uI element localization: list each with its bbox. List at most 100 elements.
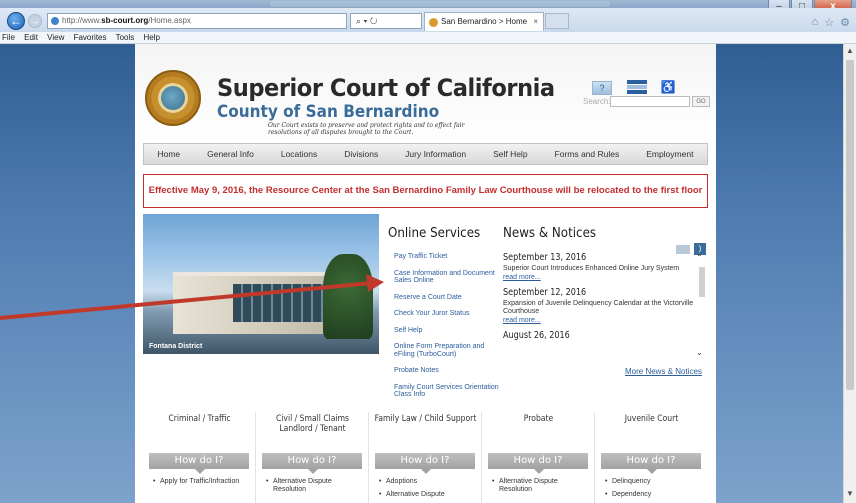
address-bar[interactable]: http://www.sb-court.org/Home.aspx — [47, 13, 347, 29]
accessibility-icon[interactable]: ♿ — [658, 80, 678, 96]
titlebar-faint-text — [270, 1, 610, 7]
category-civil: Civil / Small Claims Landlord / Tenant H… — [256, 412, 369, 503]
read-more-link[interactable]: read more... — [503, 274, 708, 281]
browser-tab[interactable]: San Bernardino > Home × — [424, 12, 544, 31]
menu-favorites[interactable]: Favorites — [74, 33, 107, 42]
category-family-law: Family Law / Child Support How do I? Ado… — [369, 412, 482, 503]
news-title: News & Notices — [503, 225, 597, 241]
how-do-i-button[interactable]: How do I? — [375, 453, 475, 474]
nav-divisions[interactable]: Divisions — [344, 149, 378, 159]
browser-right-icons: ⌂ ☆ ⚙ — [812, 16, 850, 29]
how-do-i-button[interactable]: How do I? — [149, 453, 249, 474]
search-label: Search: — [583, 97, 611, 106]
category-link[interactable]: Alternative Dispute Resolution — [266, 478, 362, 494]
category-criminal-traffic: Criminal / Traffic How do I? Apply for T… — [143, 412, 256, 503]
category-link[interactable]: Dependency — [605, 491, 701, 499]
site-subtitle: County of San Bernardino — [217, 102, 440, 122]
menu-edit[interactable]: Edit — [24, 33, 38, 42]
address-tools[interactable]: ⌕ ▾ ↻ — [350, 13, 422, 29]
online-service-link[interactable]: Case Information and Document Sales Onli… — [394, 270, 504, 285]
site-header: Superior Court of California County of S… — [135, 44, 716, 141]
tab-favicon-icon — [429, 18, 438, 27]
main-navigation: Home General Info Locations Divisions Ju… — [143, 143, 708, 165]
category-link[interactable]: Alternative Dispute Resolution — [492, 478, 588, 494]
news-scroll-thumb[interactable] — [699, 267, 705, 297]
read-more-link[interactable]: read more... — [503, 317, 708, 324]
menu-view[interactable]: View — [47, 33, 64, 42]
new-tab-button[interactable] — [545, 13, 569, 29]
site-title: Superior Court of California — [217, 74, 555, 102]
category-title: Juvenile Court — [624, 414, 679, 424]
how-do-i-button[interactable]: How do I? — [488, 453, 588, 474]
scroll-thumb[interactable] — [846, 60, 854, 390]
page-viewport: Superior Court of California County of S… — [0, 44, 843, 503]
menu-tools[interactable]: Tools — [116, 33, 135, 42]
news-scroll-up-icon[interactable]: ⌃ — [696, 253, 703, 262]
how-do-i-button[interactable]: How do I? — [262, 453, 362, 474]
search-go-button[interactable]: GO — [692, 96, 710, 107]
scroll-up-icon[interactable]: ▲ — [844, 46, 856, 58]
nav-jury-information[interactable]: Jury Information — [405, 149, 466, 159]
news-scroll-down-icon[interactable]: ⌄ — [696, 348, 703, 357]
help-icon[interactable]: ? — [592, 81, 612, 95]
alert-banner[interactable]: Effective May 9, 2016, the Resource Cent… — [143, 174, 708, 208]
online-service-link[interactable]: Probate Notes — [394, 367, 504, 375]
news-date: September 12, 2016 — [503, 287, 587, 298]
nav-home[interactable]: Home — [157, 149, 180, 159]
site-globe-icon — [51, 17, 59, 25]
news-date: August 26, 2016 — [503, 330, 570, 341]
menu-bar: File Edit View Favorites Tools Help — [0, 32, 856, 44]
online-service-link[interactable]: Reserve a Court Date — [394, 294, 504, 302]
county-seal-logo[interactable] — [145, 70, 201, 126]
back-button[interactable]: ← — [7, 12, 25, 30]
online-service-link[interactable]: Pay Traffic Ticket — [394, 253, 504, 261]
url-prefix: http://www. — [62, 16, 102, 25]
window-titlebar: – □ x — [0, 0, 856, 14]
tab-close-icon[interactable]: × — [533, 13, 538, 31]
tools-icon[interactable]: ⚙ — [840, 16, 850, 29]
online-service-link[interactable]: Online Form Preparation and eFiling (Tur… — [394, 343, 504, 358]
url-path: /Home.aspx — [148, 16, 191, 25]
category-link[interactable]: Apply for Traffic/Infraction — [153, 478, 249, 486]
news-summary: Superior Court Introduces Enhanced Onlin… — [503, 265, 680, 272]
category-title: Criminal / Traffic — [168, 414, 231, 424]
category-link[interactable]: Adoptions — [379, 478, 475, 486]
browser-navbar: ← → http://www.sb-court.org/Home.aspx ⌕ … — [0, 8, 856, 32]
how-do-i-button[interactable]: How do I? — [601, 453, 701, 474]
menu-file[interactable]: File — [2, 33, 15, 42]
courthouse-photo[interactable]: Fontana District — [143, 214, 379, 354]
search-input[interactable] — [610, 96, 690, 107]
online-service-link[interactable]: Check Your Juror Status — [394, 310, 504, 318]
forward-button[interactable]: → — [28, 14, 42, 28]
menu-help[interactable]: Help — [144, 33, 160, 42]
nav-forms-and-rules[interactable]: Forms and Rules — [555, 149, 620, 159]
page-scrollbar[interactable]: ▲ ▼ — [843, 44, 856, 503]
home-icon[interactable]: ⌂ — [812, 16, 819, 29]
online-service-link[interactable]: Self Help — [394, 327, 504, 335]
online-services-list: Pay Traffic Ticket Case Information and … — [394, 253, 504, 408]
news-summary: Expansion of Juvenile Delinquency Calend… — [503, 300, 694, 315]
scroll-down-icon[interactable]: ▼ — [844, 489, 856, 501]
url-domain: sb-court.org — [101, 16, 149, 25]
online-services-title: Online Services — [388, 225, 481, 241]
news-date: September 13, 2016 — [503, 252, 587, 263]
category-juvenile-court: Juvenile Court How do I? Delinquency Dep… — [595, 412, 708, 503]
nav-self-help[interactable]: Self Help — [493, 149, 528, 159]
news-scrollbar[interactable]: ⌃ ⌄ — [696, 247, 708, 357]
nav-employment[interactable]: Employment — [646, 149, 693, 159]
category-probate: Probate How do I? Alternative Dispute Re… — [482, 412, 595, 503]
nav-locations[interactable]: Locations — [281, 149, 317, 159]
category-title: Family Law / Child Support — [374, 414, 477, 424]
more-news-link[interactable]: More News & Notices — [625, 367, 702, 376]
tab-title: San Bernardino > Home — [441, 17, 528, 26]
category-link[interactable]: Delinquency — [605, 478, 701, 486]
site-motto: Our Court exists to preserve and protect… — [268, 122, 465, 136]
category-row: Criminal / Traffic How do I? Apply for T… — [143, 412, 708, 503]
news-list: September 13, 2016 Superior Court Introd… — [503, 248, 708, 364]
online-service-link[interactable]: Family Court Services Orientation Class … — [394, 384, 504, 399]
category-link[interactable]: Alternative Dispute — [379, 491, 475, 499]
nav-general-info[interactable]: General Info — [207, 149, 254, 159]
favorites-icon[interactable]: ☆ — [824, 16, 834, 29]
translate-icon[interactable] — [627, 80, 647, 94]
category-title: Probate — [523, 414, 554, 424]
